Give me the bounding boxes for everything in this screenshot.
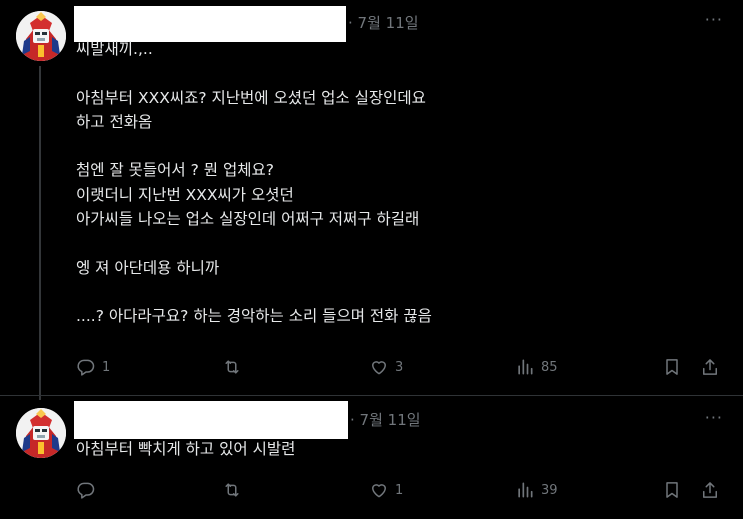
redacted-username[interactable]: [74, 401, 348, 439]
repost-icon: [222, 357, 242, 377]
bookmark-icon: [662, 357, 682, 377]
like-count: 1: [395, 482, 404, 498]
action-bar: 1 3 85: [0, 355, 743, 379]
post-text-line: ....? 아다라구요? 하는 경악하는 소리 들으며 전화 끊음: [76, 307, 432, 326]
bookmark-icon: [662, 480, 682, 500]
post-text-line: 첨엔 잘 못들어서 ? 뭔 업체요?: [76, 161, 274, 180]
post-text-line: 아가씨들 나오는 업소 실장인데 어쩌구 저쩌구 하길래: [76, 210, 420, 229]
repost-icon: [222, 480, 242, 500]
reply-icon: [76, 480, 96, 500]
post-text-line: 이랫더니 지난번 XXX씨가 오셧던: [76, 185, 294, 204]
post-1[interactable]: · 7월 11일 ··· 씨발새끼.,.. 아침부터 XXX씨죠? 지난번에 오…: [0, 0, 743, 400]
views-button[interactable]: 85: [515, 355, 558, 379]
avatar[interactable]: [16, 11, 66, 61]
post-text-line: [76, 134, 432, 158]
reply-icon: [76, 357, 96, 377]
post-text-line: [76, 231, 432, 255]
reply-count: 1: [102, 359, 111, 375]
views-icon: [515, 480, 535, 500]
robot-avatar-icon: [16, 408, 66, 458]
views-count: 85: [541, 359, 558, 375]
repost-button[interactable]: [222, 478, 248, 502]
bookmark-button[interactable]: [662, 355, 682, 379]
more-icon[interactable]: ···: [705, 10, 723, 29]
post-text: 아침부터 빡치게 하고 있어 시발련: [76, 437, 295, 461]
reply-button[interactable]: [76, 478, 102, 502]
post-date[interactable]: · 7월 11일: [348, 12, 419, 33]
repost-button[interactable]: [222, 355, 248, 379]
post-2[interactable]: · 7월 11일 ··· 아침부터 빡치게 하고 있어 시발련 1 39: [0, 395, 743, 519]
share-icon: [700, 480, 720, 500]
robot-avatar-icon: [16, 11, 66, 61]
views-count: 39: [541, 482, 558, 498]
post-text-line: 엥 져 아단데용 하니까: [76, 258, 220, 277]
post-text-line: [76, 280, 432, 304]
share-button[interactable]: [700, 355, 720, 379]
bookmark-button[interactable]: [662, 478, 682, 502]
post-text-line: 아침부터 빡치게 하고 있어 시발련: [76, 440, 296, 458]
like-button[interactable]: 1: [369, 478, 403, 502]
avatar[interactable]: [16, 408, 66, 458]
post-text-line: [76, 61, 432, 85]
heart-icon: [369, 357, 389, 377]
action-bar: 1 39: [0, 478, 743, 502]
share-button[interactable]: [700, 478, 720, 502]
heart-icon: [369, 480, 389, 500]
like-count: 3: [395, 359, 404, 375]
views-icon: [515, 357, 535, 377]
views-button[interactable]: 39: [515, 478, 558, 502]
share-icon: [700, 357, 720, 377]
post-text-line: 씨발새끼.,..: [76, 40, 153, 58]
post-text: 씨발새끼.,.. 아침부터 XXX씨죠? 지난번에 오셨던 업소 실장인데요 하…: [76, 37, 432, 329]
reply-button[interactable]: 1: [76, 355, 110, 379]
post-date[interactable]: · 7월 11일: [350, 409, 421, 430]
like-button[interactable]: 3: [369, 355, 403, 379]
more-icon[interactable]: ···: [705, 408, 723, 427]
post-text-line: 아침부터 XXX씨죠? 지난번에 오셨던 업소 실장인데요: [76, 88, 426, 107]
post-text-line: 하고 전화옴: [76, 112, 153, 131]
thread-line: [39, 66, 41, 400]
